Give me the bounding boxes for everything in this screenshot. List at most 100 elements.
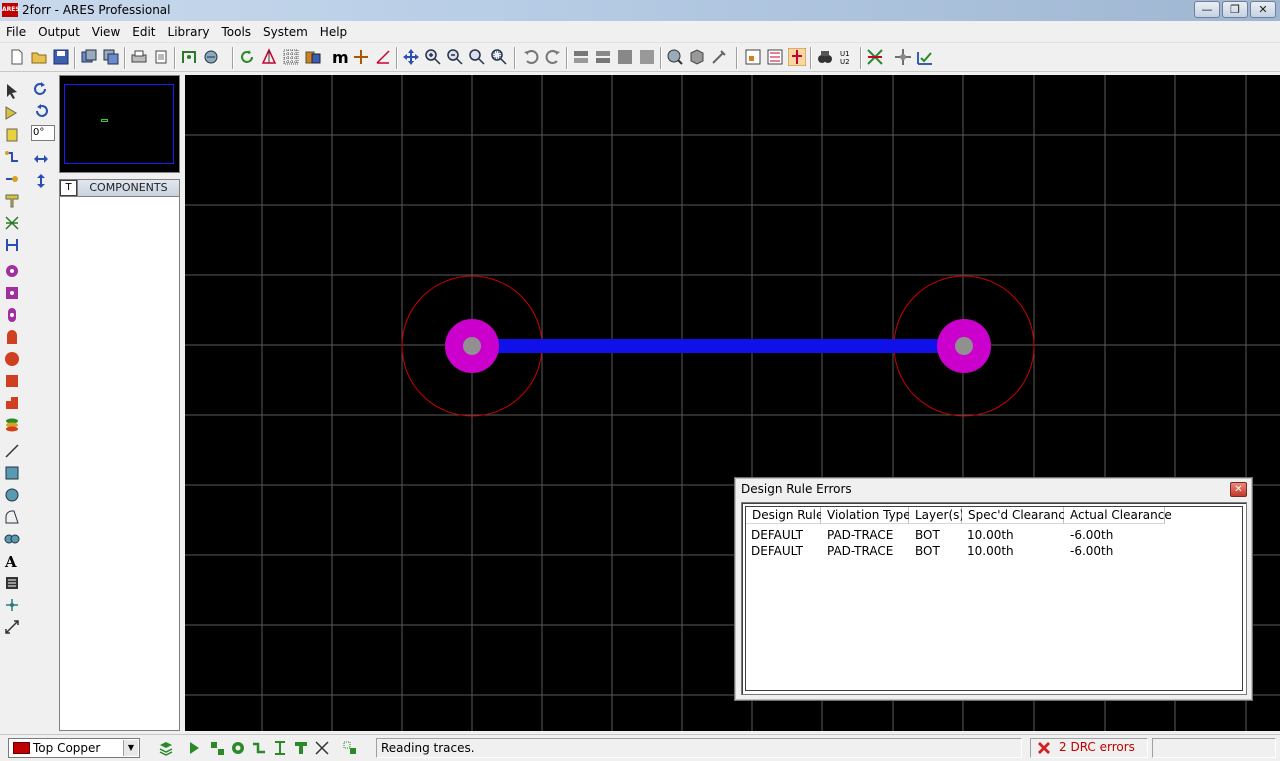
close-window-button[interactable]: ✕ [1250,1,1276,18]
zone-mode-icon[interactable] [4,193,20,209]
pick-from-library-button[interactable]: T [60,180,77,196]
netlist-icon[interactable] [180,48,198,66]
2d-marker-icon[interactable] [4,597,20,613]
refresh-icon[interactable] [238,48,256,66]
ratsnest-icon[interactable] [866,48,884,66]
column-header-specd-clearance[interactable]: Spec'd Clearance [962,507,1072,524]
column-header-design-rule[interactable]: Design Rule [746,507,823,524]
block-rotate-icon[interactable] [616,48,634,66]
filter-tracks-icon[interactable] [251,740,267,756]
design-check-icon[interactable] [916,48,934,66]
autoroute-icon[interactable] [766,48,784,66]
zoom-all-icon[interactable] [468,48,486,66]
polygonal-smt-pad-icon[interactable] [4,395,20,411]
mirror-vertical-icon[interactable] [33,173,49,189]
rectangular-smt-pad-icon[interactable] [4,373,20,389]
new-file-icon[interactable] [8,48,26,66]
flip-icon[interactable] [260,48,278,66]
zoom-area-icon[interactable] [490,48,508,66]
table-row[interactable]: DEFAULT [751,528,803,542]
import-icon[interactable] [80,48,98,66]
open-folder-icon[interactable] [30,48,48,66]
menu-help[interactable]: Help [314,25,353,39]
2d-box-icon[interactable] [4,465,20,481]
rotate-clockwise-icon[interactable] [33,81,49,97]
print-icon[interactable] [130,48,148,66]
chevron-down-icon[interactable]: ▼ [123,740,138,756]
mirror-horizontal-icon[interactable] [33,151,49,167]
make-package-icon[interactable] [688,48,706,66]
drc-toggle-icon[interactable] [788,48,806,66]
decompose-icon[interactable] [710,48,728,66]
zoom-out-icon[interactable] [446,48,464,66]
renumber-icon[interactable]: U1U2 [838,48,856,66]
2d-arc-icon[interactable] [4,509,20,525]
menu-view[interactable]: View [86,25,126,39]
filter-zones-icon[interactable] [272,740,288,756]
rotate-anticlockwise-icon[interactable] [33,103,49,119]
maximize-button[interactable]: ❐ [1222,1,1248,18]
filter-ratsnest-icon[interactable] [314,740,330,756]
zoom-in-icon[interactable] [424,48,442,66]
drc-error-list[interactable]: Design Rule Violation Type Layer(s) Spec… [741,502,1247,695]
print-area-icon[interactable] [152,48,170,66]
square-pad-icon[interactable] [4,285,20,301]
round-pad-icon[interactable] [4,263,20,279]
menu-system[interactable]: System [257,25,314,39]
menu-tools[interactable]: Tools [215,25,257,39]
edge-connector-pad-icon[interactable] [4,329,20,345]
menu-edit[interactable]: Edit [126,25,161,39]
ares-app-icon[interactable]: ARES [2,3,20,17]
track-mode-icon[interactable] [4,149,20,165]
minimize-button[interactable]: — [1194,1,1220,18]
layers-icon[interactable] [304,48,322,66]
redo-icon[interactable] [544,48,562,66]
overview-window[interactable] [59,75,180,173]
origin-icon[interactable] [352,48,370,66]
drc-errors-indicator[interactable]: 2 DRC errors [1030,738,1148,758]
block-move-icon[interactable] [594,48,612,66]
dialog-close-button[interactable]: ✕ [1230,482,1247,497]
pan-icon[interactable] [402,48,420,66]
circular-smt-pad-icon[interactable] [4,351,20,367]
export-icon[interactable] [102,48,120,66]
column-header-violation-type[interactable]: Violation Type [821,507,911,524]
column-header-actual-clearance[interactable]: Actual Clearance [1064,507,1172,524]
component-mode-icon[interactable] [4,105,20,121]
rotation-angle-input[interactable]: 0° [31,125,55,141]
menu-library[interactable]: Library [162,25,216,39]
filter-vias-icon[interactable] [230,740,246,756]
2d-path-icon[interactable] [4,531,20,547]
menu-output[interactable]: Output [32,25,86,39]
filter-selection-icon[interactable] [342,740,358,756]
selection-mode-icon[interactable] [4,83,20,99]
metric-icon[interactable]: m [330,48,348,66]
measure-angle-icon[interactable] [374,48,392,66]
search-tag-icon[interactable] [816,48,834,66]
layers-stack-icon[interactable] [158,740,174,756]
2d-line-icon[interactable] [4,443,20,459]
copper-trace[interactable] [472,339,964,353]
table-row[interactable]: DEFAULT [751,544,803,558]
menu-file[interactable]: File [0,25,32,39]
2d-symbol-icon[interactable] [4,575,20,591]
2d-text-icon[interactable]: A [4,553,20,569]
2d-circle-icon[interactable] [4,487,20,503]
padstack-icon[interactable] [4,417,20,433]
block-delete-icon[interactable] [638,48,656,66]
block-copy-icon[interactable] [572,48,590,66]
ratsnest-mode-icon[interactable] [4,215,20,231]
filter-pads-icon[interactable] [209,740,225,756]
package-mode-icon[interactable] [4,127,20,143]
component-library-icon[interactable] [202,48,220,66]
filter-graphics-icon[interactable] [293,740,309,756]
layer-selector[interactable]: Top Copper ▼ [8,738,140,758]
filter-components-icon[interactable] [188,740,204,756]
save-icon[interactable] [52,48,70,66]
grid-icon[interactable] [282,48,300,66]
dimension-icon[interactable] [4,619,20,635]
pick-part-icon[interactable] [666,48,684,66]
via-mode-icon[interactable] [4,171,20,187]
dil-pad-icon[interactable] [4,307,20,323]
connectivity-icon[interactable] [894,48,912,66]
